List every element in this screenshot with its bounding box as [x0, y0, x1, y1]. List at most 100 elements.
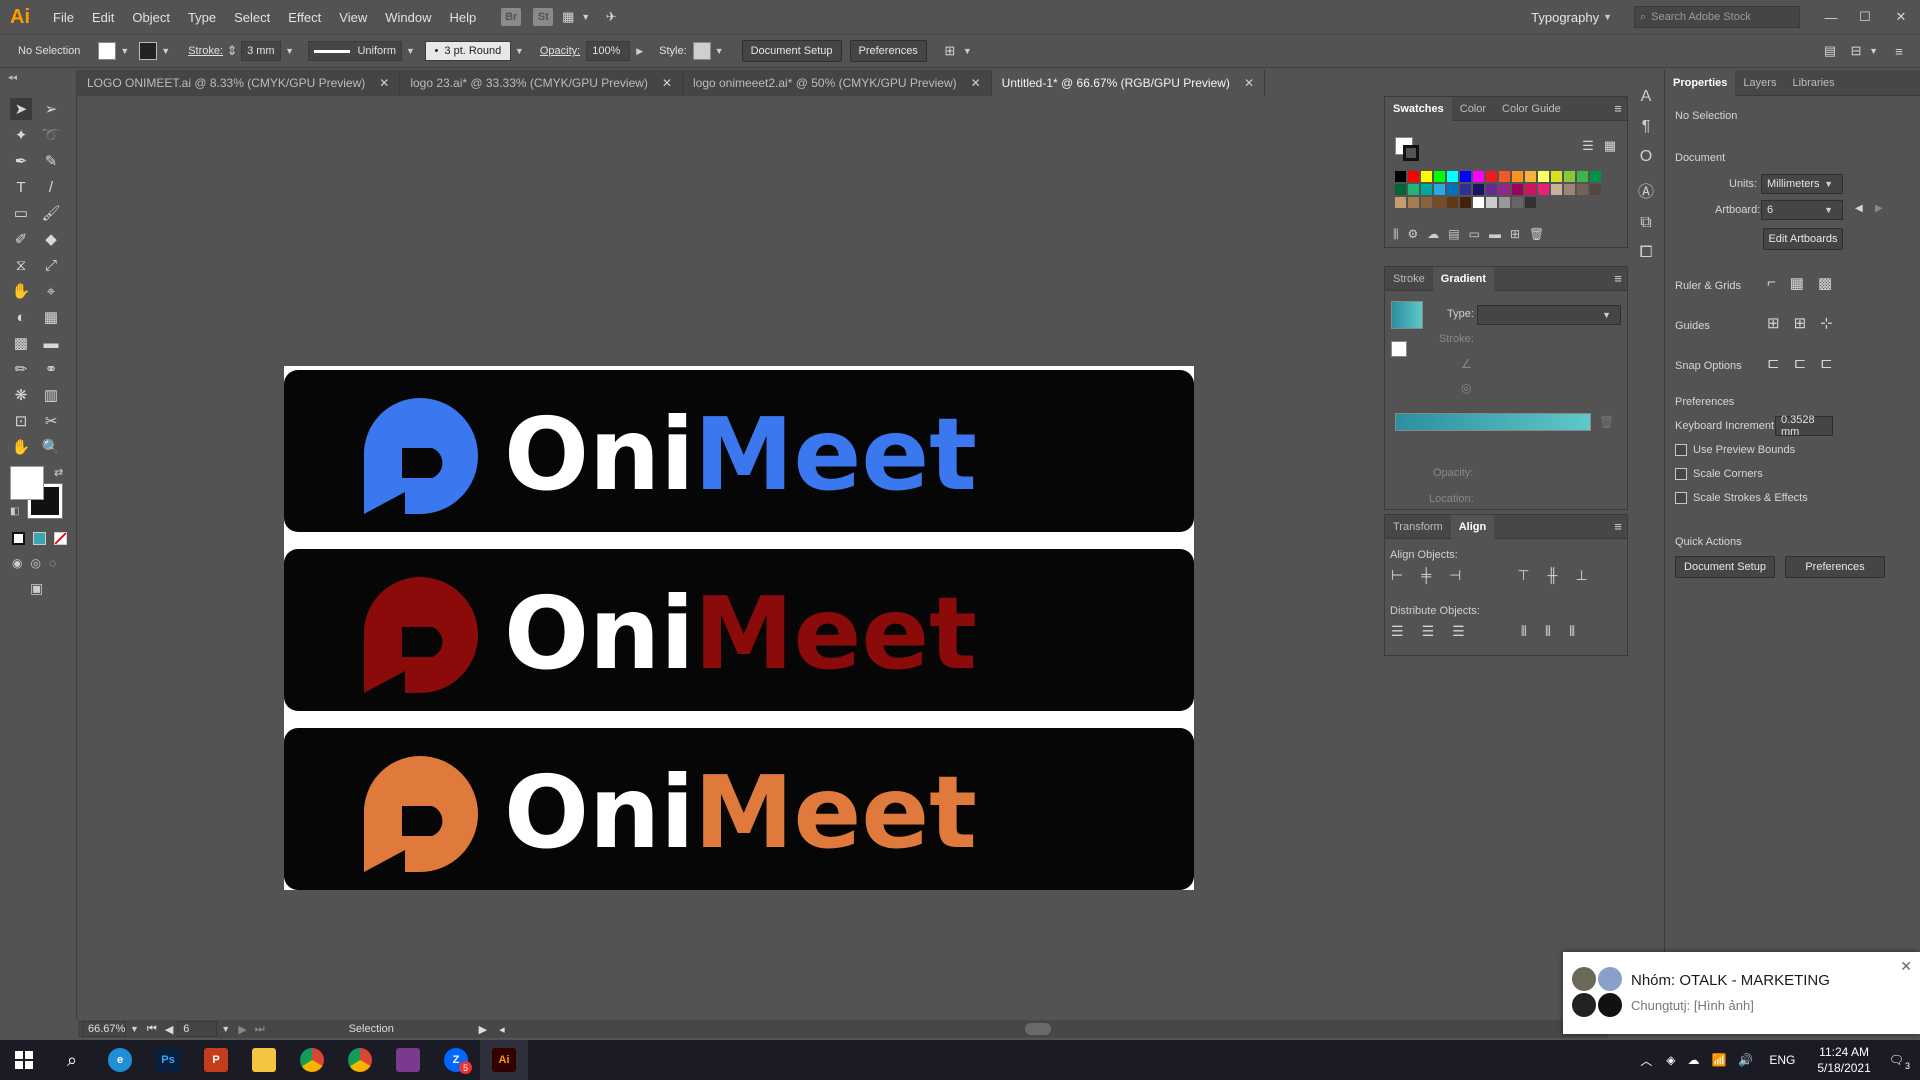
swatch-cell[interactable] [1564, 171, 1575, 182]
snap-to-glyph-icon[interactable]: ⊏ [1820, 354, 1833, 372]
align-to-icon[interactable]: ⊟ [1847, 42, 1865, 60]
panel-menu-icon[interactable]: ≡ [1890, 42, 1908, 60]
direct-selection-tool-icon[interactable]: ➢ [40, 98, 62, 120]
guides-icon[interactable]: ⊞ [1767, 314, 1780, 332]
align-top-icon[interactable]: ⊤ [1517, 567, 1529, 584]
fill-swatch[interactable] [98, 42, 117, 60]
draw-normal-icon[interactable]: ◉ [12, 556, 22, 570]
swatch-cell[interactable] [1434, 184, 1445, 195]
swatch-options-icon[interactable]: ▭ [1469, 227, 1480, 242]
swatch-cell[interactable] [1434, 171, 1445, 182]
scale-corners-checkbox[interactable] [1675, 468, 1687, 481]
artboard[interactable]: Oni Meet Oni Meet Oni Meet [284, 366, 1194, 890]
free-transform-icon[interactable]: ⌖ [40, 280, 62, 302]
swatch-cell[interactable] [1499, 184, 1510, 195]
align-vcenter-icon[interactable]: ╫ [1548, 567, 1558, 584]
prev-artboard-icon[interactable]: ◀ [1855, 203, 1863, 214]
eyedropper-icon[interactable]: ✏ [10, 358, 32, 380]
maximize-icon[interactable]: ☐ [1856, 8, 1874, 26]
edit-artboards-button[interactable]: Edit Artboards [1763, 228, 1843, 250]
zoom-tool-icon[interactable]: 🔍 [40, 436, 62, 458]
variable-width-profile[interactable]: Uniform [308, 41, 402, 61]
rectangle-tool-icon[interactable]: ▭ [10, 202, 32, 224]
edge-icon[interactable]: e [96, 1040, 144, 1080]
swatch-cell[interactable] [1512, 197, 1523, 208]
scale-strokes-row[interactable]: Scale Strokes & Effects [1675, 492, 1808, 505]
swatch-cell[interactable] [1421, 171, 1432, 182]
logo-orange[interactable]: Oni Meet [284, 728, 1194, 890]
swatch-cell[interactable] [1486, 171, 1497, 182]
paintbrush-icon[interactable]: 🖌 [40, 202, 62, 224]
gradient-mode-icon[interactable] [33, 532, 46, 545]
swatch-cell[interactable] [1525, 171, 1536, 182]
slice-tool-icon[interactable]: ✂ [40, 410, 62, 432]
draw-behind-icon[interactable]: ◎ [30, 556, 40, 570]
zalo-icon[interactable]: Z5 [432, 1040, 480, 1080]
bridge-icon[interactable]: Br [501, 8, 522, 26]
swatch-cell[interactable] [1512, 184, 1523, 195]
align-left-icon[interactable]: ⊢ [1391, 567, 1403, 584]
chevron-right-icon[interactable]: ▶ [636, 46, 643, 57]
chevron-down-icon[interactable]: ▼ [406, 46, 415, 56]
zoom-field[interactable]: 66.67% [82, 1021, 126, 1037]
close-icon[interactable]: ✕ [971, 76, 981, 90]
opentype-panel-icon[interactable]: O [1640, 148, 1652, 166]
canvas[interactable]: Oni Meet Oni Meet Oni Meet [78, 96, 1608, 1020]
artboard-select[interactable]: 6 ▼ [1761, 200, 1843, 220]
graphic-style-swatch[interactable] [692, 42, 711, 60]
swatch-cell[interactable] [1551, 184, 1562, 195]
swatch-cell[interactable] [1434, 197, 1445, 208]
cloud-icon[interactable]: ☁ [1427, 227, 1439, 242]
stock-icon[interactable]: St [533, 8, 554, 26]
volume-icon[interactable]: 🔊 [1738, 1053, 1753, 1067]
swatch-cell[interactable] [1395, 197, 1406, 208]
illustrator-taskbar-icon[interactable]: Ai [480, 1040, 528, 1080]
swatch-cell[interactable] [1395, 171, 1406, 182]
tab-align[interactable]: Align [1450, 514, 1495, 539]
artboards-panel-icon[interactable]: ⧠ [1640, 244, 1653, 262]
close-icon[interactable]: ✕ [662, 76, 672, 90]
swatch-cell[interactable] [1460, 171, 1471, 182]
tab-libraries[interactable]: Libraries [1784, 70, 1842, 96]
wifi-icon[interactable]: 📶 [1711, 1053, 1726, 1067]
file-explorer-icon[interactable] [240, 1040, 288, 1080]
photoshop-icon[interactable]: Ps [144, 1040, 192, 1080]
logo-blue[interactable]: Oni Meet [284, 370, 1194, 532]
scroll-left-icon[interactable]: ◂ [499, 1023, 505, 1036]
quick-document-setup-button[interactable]: Document Setup [1675, 556, 1775, 578]
delete-swatch-icon[interactable]: 🗑 [1529, 227, 1544, 242]
chrome-profile-icon[interactable] [336, 1040, 384, 1080]
swatch-cell[interactable] [1577, 184, 1588, 195]
scale-corners-row[interactable]: Scale Corners [1675, 468, 1763, 481]
swatch-cell[interactable] [1421, 197, 1432, 208]
column-graph-icon[interactable]: ▥ [40, 384, 62, 406]
swatch-cell[interactable] [1525, 197, 1536, 208]
swatch-cell[interactable] [1499, 171, 1510, 182]
smart-guides-icon[interactable]: ⊹ [1820, 314, 1833, 332]
winrar-icon[interactable] [384, 1040, 432, 1080]
gpu-performance-icon[interactable]: ✈ [602, 8, 620, 26]
new-swatch-icon[interactable]: ⊞ [1510, 227, 1520, 242]
fill-color-box[interactable] [10, 466, 44, 500]
blend-tool-icon[interactable]: ⚭ [40, 358, 62, 380]
next-artboard-icon[interactable]: ▶ [1875, 203, 1883, 214]
brush-definition[interactable]: • 3 pt. Round [424, 41, 511, 61]
align-right-icon[interactable]: ⊣ [1449, 567, 1461, 584]
logo-red[interactable]: Oni Meet [284, 549, 1194, 711]
screen-mode-icon[interactable]: ▣ [30, 580, 43, 597]
snap-to-pixel-icon[interactable]: ⊏ [1794, 354, 1807, 372]
line-tool-icon[interactable]: / [40, 176, 62, 198]
swatch-cell[interactable] [1486, 184, 1497, 195]
workspace-switcher[interactable]: Typography ▼ [1531, 10, 1616, 25]
search-icon[interactable]: ⌕ [48, 1040, 96, 1080]
close-icon[interactable]: ✕ [379, 76, 389, 90]
use-preview-bounds-row[interactable]: Use Preview Bounds [1675, 444, 1795, 457]
tab-layers[interactable]: Layers [1735, 70, 1784, 96]
stroke-swatch[interactable] [139, 42, 158, 60]
distribute-right-icon[interactable]: ⦀ [1569, 623, 1575, 640]
menu-object[interactable]: Object [123, 10, 179, 25]
distribute-bottom-icon[interactable]: ☰ [1452, 623, 1465, 640]
new-color-group-icon[interactable]: ▬ [1489, 227, 1501, 242]
chevron-down-icon[interactable]: ▼ [285, 46, 294, 56]
reflect-tool-icon[interactable]: ⧖ [10, 254, 32, 276]
